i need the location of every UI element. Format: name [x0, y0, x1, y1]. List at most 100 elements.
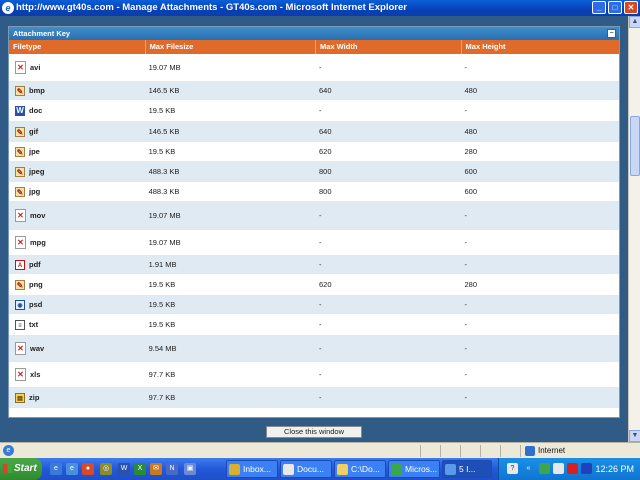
scroll-down-icon[interactable]: ▼: [629, 430, 640, 442]
table-row: ✎ gif 146.5 KB 640 480: [9, 122, 619, 142]
tray-security-icon[interactable]: [567, 463, 578, 474]
quicklaunch-browser-icon[interactable]: e: [66, 463, 78, 475]
max-filesize-cell: 19.07 MB: [148, 238, 181, 247]
zone-label: Internet: [538, 446, 566, 455]
broken-image-icon: ✕: [15, 342, 26, 355]
max-filesize-cell: 146.5 KB: [148, 86, 180, 95]
system-tray: ? « 12:26 PM: [498, 458, 640, 480]
zip-icon: ▤: [15, 392, 25, 403]
filetype-cell: ✕ wav: [9, 342, 145, 355]
table-row: ✎ bmp 146.5 KB 640 480: [9, 82, 619, 100]
filetype-label: mov: [30, 211, 46, 220]
security-zone: Internet: [525, 445, 565, 457]
table-row: ✎ jpe 19.5 KB 620 280: [9, 142, 619, 162]
task-inbox[interactable]: Inbox...: [226, 460, 278, 478]
paint-icon: ✎: [15, 186, 25, 197]
quicklaunch-desktop-icon[interactable]: ▣: [184, 463, 196, 475]
max-filesize-cell: 488.3 KB: [148, 187, 180, 196]
max-width-cell: 800: [319, 167, 332, 176]
attachment-table-body: ✕ avi 19.07 MB - - ✎ bmp 146.5 KB 640 48…: [9, 54, 619, 408]
quicklaunch-media-icon[interactable]: ●: [82, 463, 94, 475]
table-row: ✕ mpg 19.07 MB - -: [9, 230, 619, 256]
filetype-cell: ✎ png: [9, 279, 145, 290]
quicklaunch-excel-icon[interactable]: X: [134, 463, 146, 475]
paint-icon: ✎: [15, 126, 25, 137]
tray-shield-icon[interactable]: [581, 463, 592, 474]
max-width-cell: -: [319, 320, 322, 329]
max-height-cell: -: [464, 370, 468, 379]
close-window-button[interactable]: Close this window: [266, 426, 362, 438]
vertical-scrollbar[interactable]: ▲ ▼: [628, 16, 640, 442]
task-document[interactable]: Docu...: [280, 460, 332, 478]
max-width-cell: -: [319, 106, 322, 115]
inbox-icon: [229, 464, 240, 475]
max-height-cell: -: [464, 300, 468, 309]
filetype-cell: W doc: [9, 105, 145, 116]
filetype-label: xls: [30, 370, 41, 379]
scroll-up-icon[interactable]: ▲: [629, 16, 640, 28]
filetype-cell: ✎ jpg: [9, 186, 145, 197]
column-header-max-filesize: Max Filesize: [144, 40, 315, 54]
max-width-cell: 640: [319, 127, 332, 136]
quicklaunch-outlook-icon[interactable]: ✉: [150, 463, 162, 475]
table-row: ✎ jpeg 488.3 KB 800 600: [9, 162, 619, 182]
task-folder[interactable]: C:\Do...: [334, 460, 386, 478]
collapse-icon[interactable]: −: [607, 29, 616, 38]
task-internet-explorer[interactable]: 5 I...: [442, 460, 492, 478]
scroll-thumb[interactable]: [630, 116, 640, 176]
quicklaunch-word-icon[interactable]: W: [118, 463, 130, 475]
max-height-cell: 280: [464, 147, 478, 156]
help-icon[interactable]: ?: [507, 463, 518, 474]
max-filesize-cell: 9.54 MB: [148, 344, 177, 353]
quicklaunch-messenger-icon[interactable]: N: [166, 463, 178, 475]
quicklaunch-app-icon[interactable]: ◎: [100, 463, 112, 475]
tray-network-icon[interactable]: [553, 463, 564, 474]
windows-flag-icon: [3, 464, 12, 473]
max-width-cell: 620: [319, 280, 332, 289]
max-height-cell: 600: [464, 167, 478, 176]
table-row: ✕ mov 19.07 MB - -: [9, 202, 619, 230]
word-doc-icon: W: [15, 105, 25, 116]
filetype-label: png: [29, 280, 43, 289]
close-button[interactable]: ✕: [624, 1, 638, 14]
max-height-cell: -: [464, 260, 468, 269]
max-filesize-cell: 488.3 KB: [148, 167, 180, 176]
max-filesize-cell: 19.07 MB: [148, 63, 181, 72]
max-width-cell: -: [319, 238, 322, 247]
maximize-button[interactable]: □: [608, 1, 622, 14]
filetype-cell: ✎ jpe: [9, 146, 145, 157]
ie-task-icon: [445, 464, 456, 475]
filetype-label: bmp: [29, 86, 45, 95]
status-bar: e Internet: [0, 442, 640, 458]
task-microsoft[interactable]: Micros...: [388, 460, 440, 478]
task-label: Inbox...: [243, 464, 271, 474]
task-label: Micros...: [405, 464, 438, 474]
max-filesize-cell: 19.07 MB: [148, 211, 181, 220]
excel-icon: [391, 464, 402, 475]
max-width-cell: -: [319, 260, 322, 269]
filetype-label: jpg: [29, 187, 41, 196]
paint-icon: ✎: [15, 146, 25, 157]
filetype-label: doc: [29, 106, 43, 115]
paint-icon: ✎: [15, 85, 25, 96]
quicklaunch-ie-icon[interactable]: e: [50, 463, 62, 475]
window-titlebar[interactable]: e http://www.gt40s.com - Manage Attachme…: [0, 0, 640, 16]
filetype-cell: ▤ zip: [9, 392, 145, 403]
broken-image-icon: ✕: [15, 209, 26, 222]
start-button[interactable]: Start: [0, 458, 42, 480]
filetype-label: gif: [29, 127, 39, 136]
max-height-cell: -: [464, 106, 468, 115]
table-row: ✕ avi 19.07 MB - -: [9, 54, 619, 82]
max-filesize-cell: 19.5 KB: [148, 106, 176, 115]
filetype-label: pdf: [29, 260, 41, 269]
tray-app-icon[interactable]: [539, 463, 550, 474]
column-header-filetype: Filetype: [13, 42, 42, 51]
ie-icon: e: [2, 2, 14, 14]
filetype-cell: ◉ psd: [9, 299, 145, 310]
column-header-max-height: Max Height: [460, 40, 619, 54]
chevron-left-icon[interactable]: «: [523, 463, 534, 474]
filetype-label: jpe: [29, 147, 40, 156]
minimize-button[interactable]: _: [592, 1, 606, 14]
max-width-cell: -: [319, 300, 322, 309]
page-status-icon: e: [3, 445, 14, 456]
